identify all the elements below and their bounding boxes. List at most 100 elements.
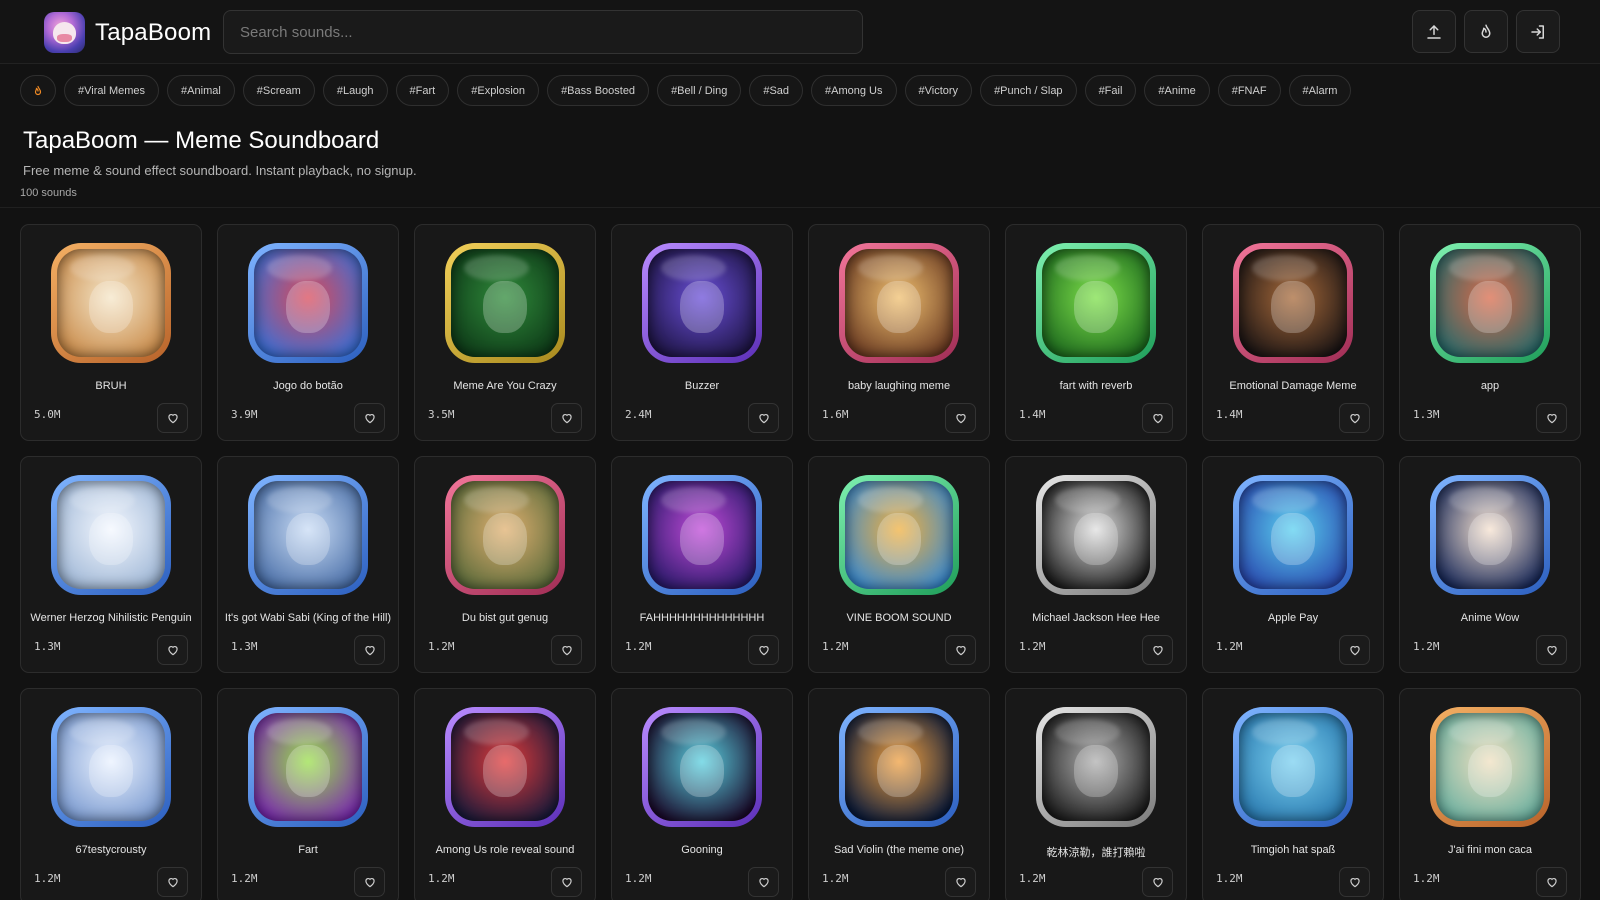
favorite-button[interactable] [354, 867, 385, 897]
sound-card[interactable]: It's got Wabi Sabi (King of the Hill) 1.3… [217, 456, 399, 673]
tag-chip[interactable]: #Laugh [322, 75, 388, 106]
sound-play-button[interactable] [839, 707, 959, 827]
tag-chip[interactable]: #Viral Memes [64, 75, 160, 106]
tag-chip[interactable]: #Alarm [1288, 75, 1352, 106]
sound-card[interactable]: J'ai fini mon caca 1.2M [1399, 688, 1581, 900]
sound-card[interactable]: baby laughing meme 1.6M [808, 224, 990, 441]
tag-trending[interactable] [20, 75, 56, 106]
favorite-button[interactable] [748, 635, 779, 665]
sound-card[interactable]: BRUH 5.0M [20, 224, 202, 441]
favorite-button[interactable] [1536, 867, 1567, 897]
sound-play-button[interactable] [51, 243, 171, 363]
favorite-button[interactable] [748, 867, 779, 897]
search-input[interactable] [223, 10, 863, 54]
favorite-button[interactable] [551, 403, 582, 433]
trending-button[interactable] [1464, 10, 1508, 53]
sound-card[interactable]: Du bist gut genug 1.2M [414, 456, 596, 673]
favorite-button[interactable] [1536, 403, 1567, 433]
sound-play-button[interactable] [1036, 707, 1156, 827]
sound-play-button[interactable] [642, 707, 762, 827]
sound-card[interactable]: Fart 1.2M [217, 688, 399, 900]
sound-card[interactable]: Michael Jackson Hee Hee 1.2M [1005, 456, 1187, 673]
sound-card[interactable]: Jogo do botão 3.9M [217, 224, 399, 441]
favorite-button[interactable] [551, 635, 582, 665]
sound-play-button[interactable] [642, 475, 762, 595]
sound-artwork [254, 249, 362, 357]
sound-card[interactable]: Anime Wow 1.2M [1399, 456, 1581, 673]
tag-chip[interactable]: #FNAF [1217, 75, 1281, 106]
sound-card[interactable]: Werner Herzog Nihilistic Penguin 1.3M [20, 456, 202, 673]
sound-card[interactable]: Apple Pay 1.2M [1202, 456, 1384, 673]
flame-icon [1481, 24, 1491, 38]
tag-chip[interactable]: #Bass Boosted [547, 75, 650, 106]
tag-chip[interactable]: #Animal [167, 75, 235, 106]
favorite-button[interactable] [1142, 635, 1173, 665]
sound-play-button[interactable] [1036, 243, 1156, 363]
sound-card[interactable]: Meme Are You Crazy 3.5M [414, 224, 596, 441]
sound-card[interactable]: Among Us role reveal sound 1.2M [414, 688, 596, 900]
sound-name: It's got Wabi Sabi (King of the Hill) [224, 612, 392, 624]
sound-play-button[interactable] [51, 707, 171, 827]
tag-chip[interactable]: #Punch / Slap [980, 75, 1077, 106]
favorite-button[interactable] [1142, 403, 1173, 433]
favorite-button[interactable] [1339, 403, 1370, 433]
favorite-button[interactable] [945, 635, 976, 665]
sound-card[interactable]: FAHHHHHHHHHHHHHH 1.2M [611, 456, 793, 673]
sound-play-button[interactable] [445, 707, 565, 827]
tag-chip[interactable]: #Fail [1084, 75, 1137, 106]
sound-card[interactable]: Gooning 1.2M [611, 688, 793, 900]
tag-chip[interactable]: #Among Us [811, 75, 897, 106]
upload-button[interactable] [1412, 10, 1456, 53]
sound-card[interactable]: 乾林涼勒，誰打賴啦 1.2M [1005, 688, 1187, 900]
sound-play-button[interactable] [445, 475, 565, 595]
play-count: 1.2M [1413, 872, 1440, 885]
sound-play-button[interactable] [1233, 243, 1353, 363]
tag-chip[interactable]: #Bell / Ding [657, 75, 742, 106]
favorite-button[interactable] [1142, 867, 1173, 897]
favorite-button[interactable] [748, 403, 779, 433]
sound-play-button[interactable] [248, 243, 368, 363]
sound-play-button[interactable] [445, 243, 565, 363]
tag-chip[interactable]: #Explosion [457, 75, 540, 106]
tag-chip[interactable]: #Anime [1144, 75, 1210, 106]
sound-card[interactable]: VINE BOOM SOUND 1.2M [808, 456, 990, 673]
sound-play-button[interactable] [1430, 475, 1550, 595]
sound-card[interactable]: app 1.3M [1399, 224, 1581, 441]
favorite-button[interactable] [945, 403, 976, 433]
sound-card[interactable]: fart with reverb 1.4M [1005, 224, 1187, 441]
sound-card[interactable]: Sad Violin (the meme one) 1.2M [808, 688, 990, 900]
tag-chip[interactable]: #Victory [904, 75, 973, 106]
sound-name: Among Us role reveal sound [435, 844, 575, 856]
play-count: 1.2M [34, 872, 61, 885]
favorite-button[interactable] [1536, 635, 1567, 665]
sound-play-button[interactable] [248, 475, 368, 595]
sound-play-button[interactable] [1430, 707, 1550, 827]
sound-play-button[interactable] [1430, 243, 1550, 363]
sound-play-button[interactable] [1036, 475, 1156, 595]
sound-card[interactable]: Buzzer 2.4M [611, 224, 793, 441]
sound-play-button[interactable] [1233, 475, 1353, 595]
sound-play-button[interactable] [248, 707, 368, 827]
sound-play-button[interactable] [1233, 707, 1353, 827]
tag-chip[interactable]: #Scream [242, 75, 315, 106]
sound-play-button[interactable] [839, 243, 959, 363]
sound-play-button[interactable] [839, 475, 959, 595]
tag-chip[interactable]: #Sad [749, 75, 804, 106]
favorite-button[interactable] [354, 635, 385, 665]
sound-card[interactable]: Timgioh hat spaß 1.2M [1202, 688, 1384, 900]
favorite-button[interactable] [157, 867, 188, 897]
brand-link[interactable]: TapaBoom [44, 12, 211, 53]
login-button[interactable] [1516, 10, 1560, 53]
tag-chip[interactable]: #Fart [395, 75, 450, 106]
sound-play-button[interactable] [642, 243, 762, 363]
favorite-button[interactable] [945, 867, 976, 897]
favorite-button[interactable] [1339, 635, 1370, 665]
favorite-button[interactable] [551, 867, 582, 897]
favorite-button[interactable] [157, 403, 188, 433]
sound-play-button[interactable] [51, 475, 171, 595]
sound-card[interactable]: Emotional Damage Meme 1.4M [1202, 224, 1384, 441]
sound-card[interactable]: 67testycrousty 1.2M [20, 688, 202, 900]
favorite-button[interactable] [1339, 867, 1370, 897]
favorite-button[interactable] [354, 403, 385, 433]
favorite-button[interactable] [157, 635, 188, 665]
